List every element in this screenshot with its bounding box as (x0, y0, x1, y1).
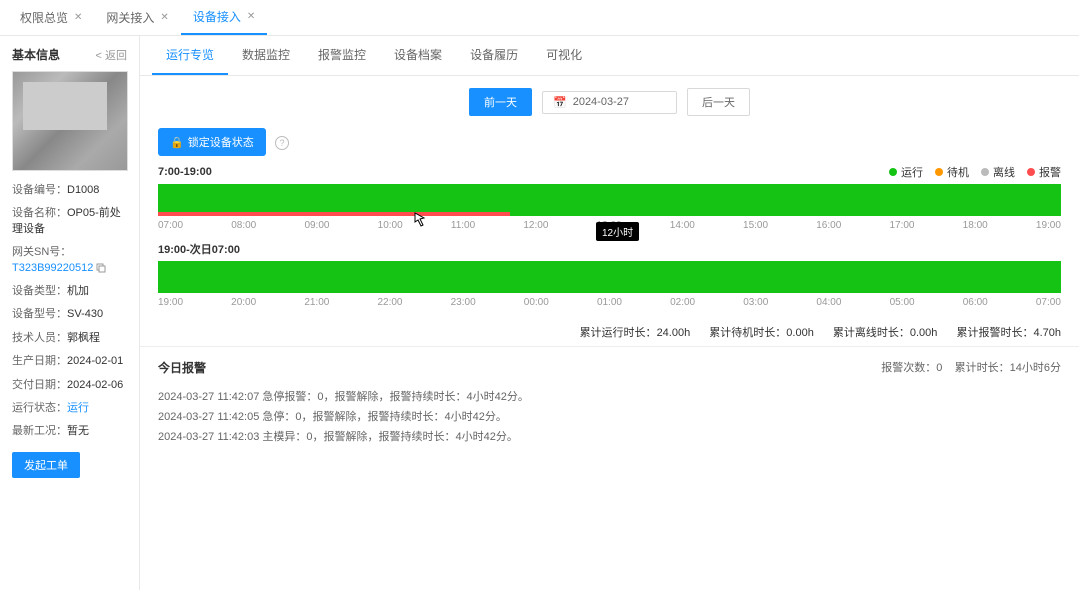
date-nav-bar: 前一天 📅 2024-03-27 后一天 (140, 76, 1079, 128)
stats-row: 累计运行时长：24.00h 累计待机时长：0.00h 累计离线时长：0.00h … (140, 318, 1079, 347)
date-value: 2024-03-27 (573, 96, 629, 108)
info-device-type: 设备类型：机加 (12, 280, 127, 303)
device-image (12, 71, 128, 171)
sidebar-title: 基本信息 (12, 46, 60, 63)
legend-alarm: 报警 (1027, 164, 1061, 180)
legend-standby: 待机 (935, 164, 969, 180)
sub-tab-visual[interactable]: 可视化 (532, 36, 596, 75)
sub-tab-data[interactable]: 数据监控 (228, 36, 304, 75)
timeline-night: 19:00-次日07:00 19:0020:0021:0022:0023:000… (140, 241, 1079, 318)
sub-tabs: 运行专览 数据监控 报警监控 设备档案 设备履历 可视化 (140, 36, 1079, 76)
alarms-meta: 报警次数：0 累计时长：14小时6分 (881, 359, 1061, 376)
info-deliv-date: 交付日期：2024-02-06 (12, 374, 127, 397)
top-tab-permissions[interactable]: 权限总览 ✕ (8, 0, 94, 35)
alarm-item: 2024-03-27 11:42:05 急停：0，报警解除，报警持续时长：4小时… (158, 406, 1061, 426)
info-gateway-sn: 网关SN号：T323B99220512 (12, 241, 127, 280)
content-area: 运行专览 数据监控 报警监控 设备档案 设备履历 可视化 前一天 📅 2024-… (140, 36, 1079, 590)
tab-label: 设备接入 (193, 8, 241, 25)
info-device-name: 设备名称：OP05-前处理设备 (12, 202, 127, 241)
calendar-icon: 📅 (553, 96, 567, 109)
date-picker[interactable]: 📅 2024-03-27 (542, 91, 677, 114)
alarm-item: 2024-03-27 11:42:07 急停报警：0，报警解除，报警持续时长：4… (158, 386, 1061, 406)
info-device-model: 设备型号：SV-430 (12, 303, 127, 326)
legend-run: 运行 (889, 164, 923, 180)
close-icon[interactable]: ✕ (74, 12, 82, 23)
top-tab-gateway[interactable]: 网关接入 ✕ (94, 0, 180, 35)
timeline-title: 19:00-次日07:00 (158, 241, 240, 257)
alarm-segment (158, 212, 510, 216)
info-run-status: 运行状态：运行 (12, 397, 127, 420)
alarms-section: 今日报警 报警次数：0 累计时长：14小时6分 2024-03-27 11:42… (140, 347, 1079, 458)
legend-offline: 离线 (981, 164, 1015, 180)
timeline-day: 7:00-19:00 运行 待机 离线 报警 12小时 (140, 164, 1079, 241)
info-prod-date: 生产日期：2024-02-01 (12, 350, 127, 373)
info-workorder: 最新工况：暂无 (12, 420, 127, 443)
legend: 运行 待机 离线 报警 (889, 164, 1061, 180)
cursor-icon (413, 212, 427, 231)
sidebar: 基本信息 < 返回 设备编号：D1008 设备名称：OP05-前处理设备 网关S… (0, 36, 140, 590)
alarms-title: 今日报警 (158, 359, 206, 376)
timeline-title: 7:00-19:00 (158, 166, 212, 178)
sub-tab-overview[interactable]: 运行专览 (152, 36, 228, 75)
lock-status-button[interactable]: 🔒 锁定设备状态 (158, 128, 266, 156)
prev-day-button[interactable]: 前一天 (469, 88, 532, 116)
close-icon[interactable]: ✕ (160, 12, 168, 23)
sub-tab-alarm[interactable]: 报警监控 (304, 36, 380, 75)
timeline-bar[interactable] (158, 261, 1061, 293)
help-icon[interactable]: ? (275, 136, 289, 150)
sub-tab-history[interactable]: 设备履历 (456, 36, 532, 75)
timeline-bar[interactable] (158, 184, 1061, 216)
info-device-id: 设备编号：D1008 (12, 179, 127, 202)
send-workorder-button[interactable]: 发起工单 (12, 452, 80, 478)
info-tech-person: 技术人员：郭枫程 (12, 327, 127, 350)
lock-icon: 🔒 (170, 136, 184, 149)
sub-tab-archive[interactable]: 设备档案 (380, 36, 456, 75)
alarm-item: 2024-03-27 11:42:03 主模异：0，报警解除，报警持续时长：4小… (158, 426, 1061, 446)
tab-label: 权限总览 (20, 9, 68, 26)
top-tabs: 权限总览 ✕ 网关接入 ✕ 设备接入 ✕ (0, 0, 1079, 36)
back-link[interactable]: < 返回 (96, 47, 127, 63)
timeline-ticks: 19:0020:0021:0022:0023:0000:0001:0002:00… (158, 297, 1061, 308)
tab-label: 网关接入 (106, 9, 154, 26)
close-icon[interactable]: ✕ (247, 11, 255, 22)
top-tab-device[interactable]: 设备接入 ✕ (181, 0, 267, 35)
timeline-tooltip: 12小时 (596, 222, 639, 241)
next-day-button[interactable]: 后一天 (687, 88, 750, 116)
sn-link[interactable]: T323B99220512 (12, 262, 93, 274)
